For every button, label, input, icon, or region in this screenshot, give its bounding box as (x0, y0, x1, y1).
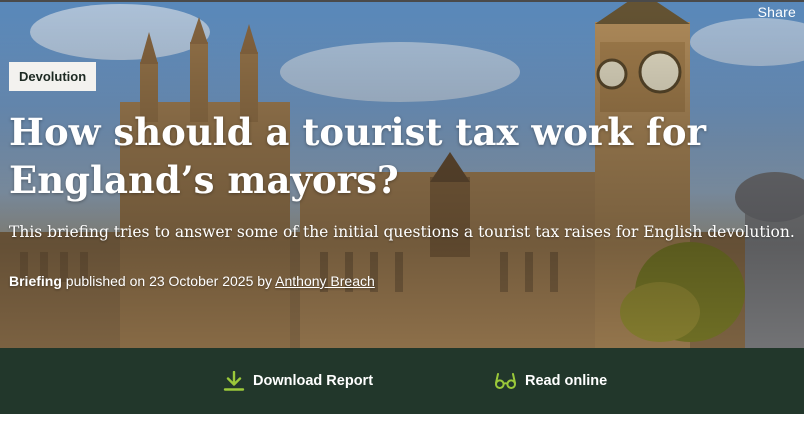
download-report-button[interactable]: Download Report (223, 348, 373, 414)
article-subtitle: This briefing tries to answer some of th… (9, 223, 795, 241)
action-bar: Download Report Read online (0, 348, 804, 414)
page-title: How should a tourist tax work for Englan… (9, 110, 707, 202)
published-text: published on 23 October 2025 by (65, 273, 273, 289)
read-online-label: Read online (525, 373, 608, 389)
share-button[interactable]: Share (758, 4, 796, 20)
article-meta: Briefing published on 23 October 2025 by… (9, 273, 375, 289)
author-link[interactable]: Anthony Breach (275, 273, 375, 289)
read-online-button[interactable]: Read online (494, 348, 607, 414)
download-report-label: Download Report (253, 373, 374, 389)
download-icon (223, 371, 245, 391)
hero-banner: Share Devolution How should a tourist ta… (0, 2, 804, 348)
article-type: Briefing (9, 273, 62, 289)
glasses-icon (495, 373, 517, 389)
category-tag[interactable]: Devolution (9, 62, 97, 91)
